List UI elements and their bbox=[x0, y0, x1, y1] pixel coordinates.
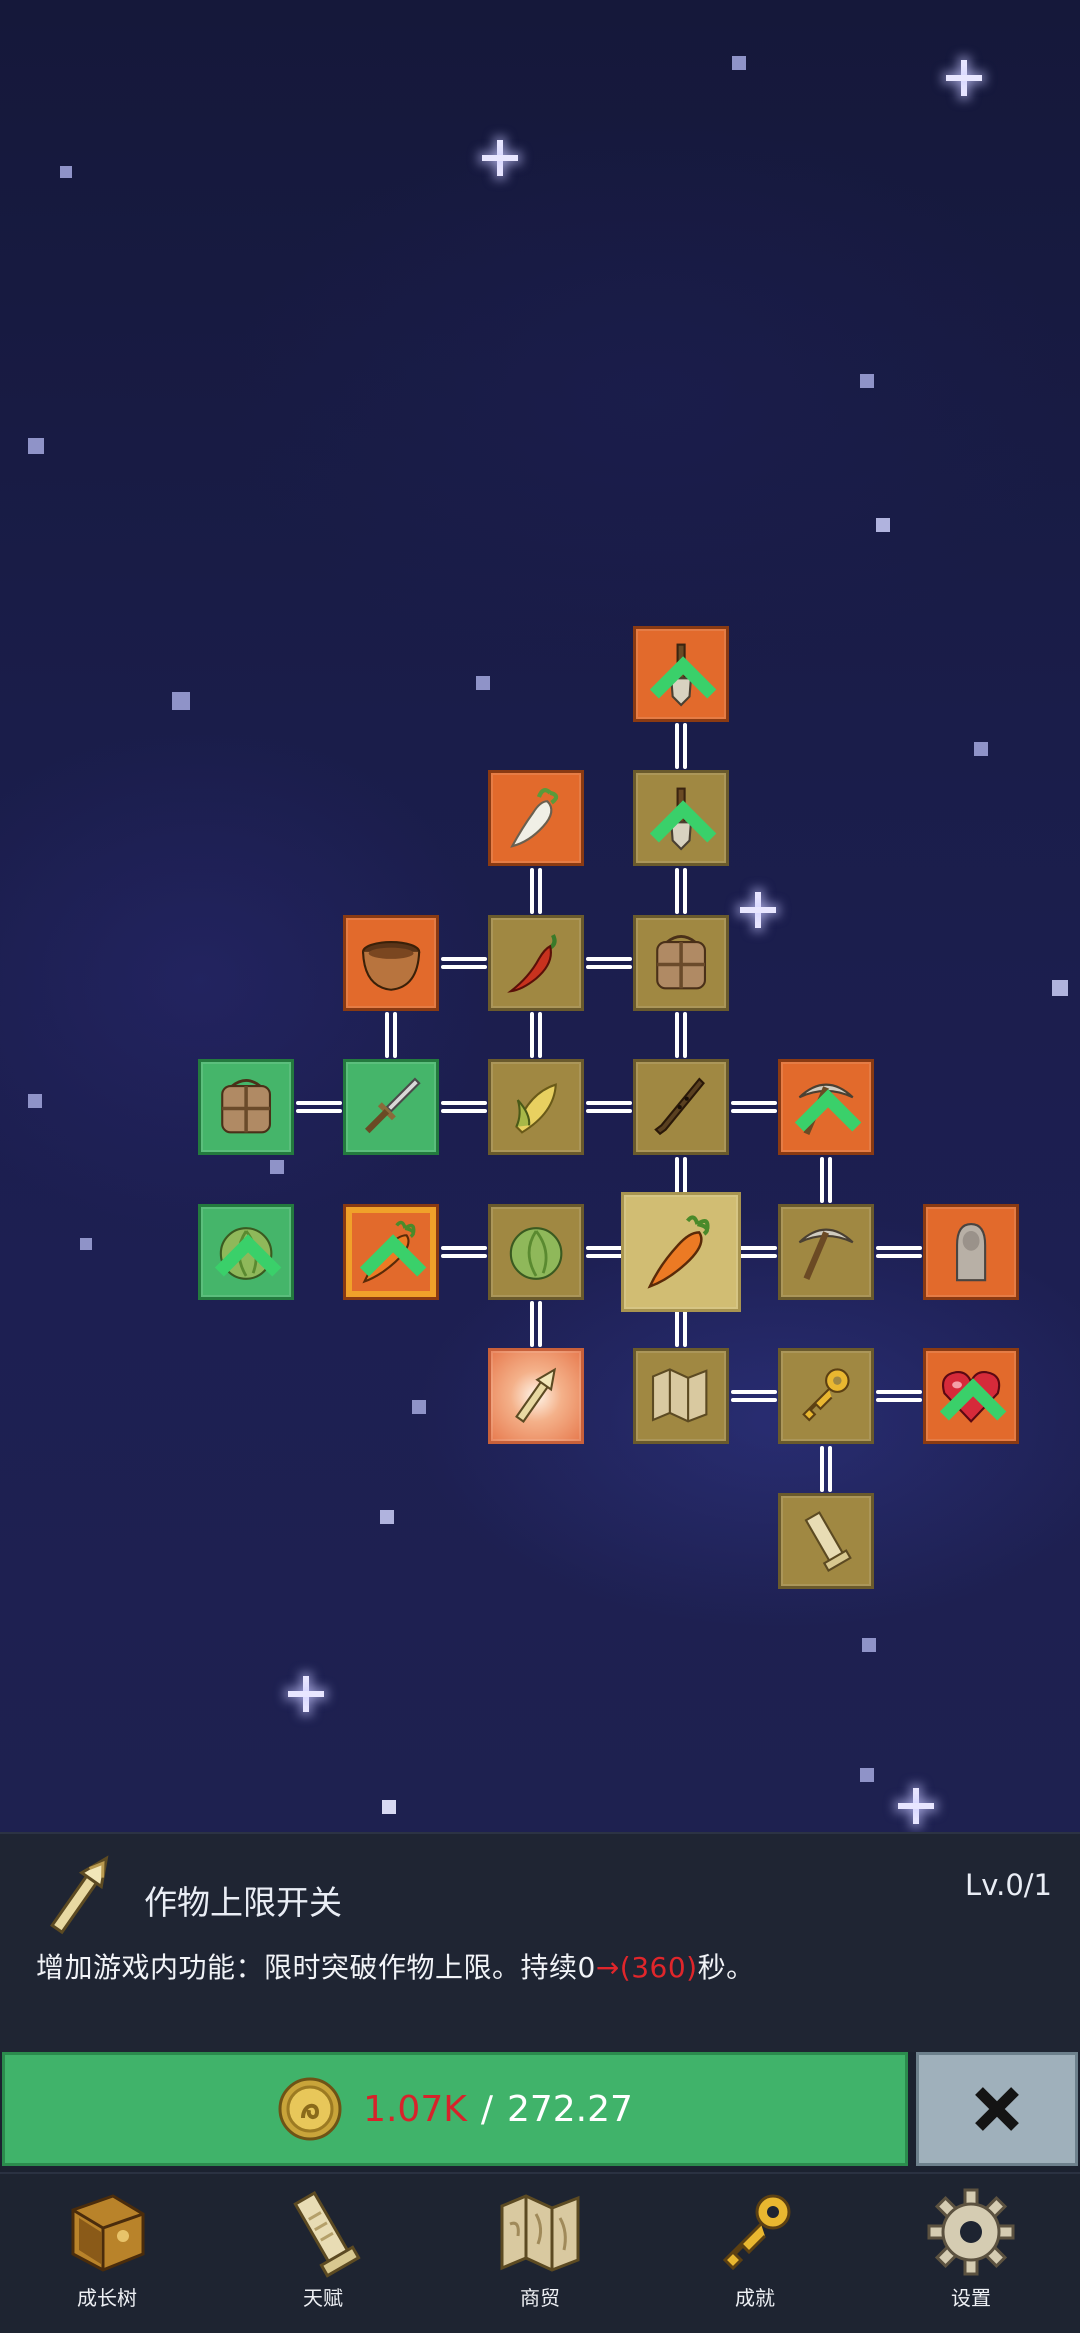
coins-owned: 1.07K bbox=[363, 2088, 467, 2130]
skill-tree bbox=[0, 0, 1080, 1832]
tree-connector bbox=[530, 1301, 542, 1347]
torch-icon bbox=[514, 1367, 556, 1423]
skill-node-flute[interactable] bbox=[633, 1059, 729, 1155]
chili-pepper-icon bbox=[507, 933, 557, 993]
cabbage-icon bbox=[509, 1227, 563, 1280]
skill-node-heart[interactable] bbox=[923, 1348, 1019, 1444]
key-icon bbox=[722, 2194, 791, 2271]
tree-connector bbox=[440, 1246, 487, 1258]
bottom-navigation: 成长树 天赋 商贸 成就 设置 bbox=[0, 2172, 1080, 2333]
tree-connector bbox=[875, 1246, 922, 1258]
skill-node-shovel[interactable] bbox=[633, 770, 729, 866]
skill-node-pot[interactable] bbox=[343, 915, 439, 1011]
corn-icon bbox=[515, 1083, 557, 1134]
tree-connector bbox=[675, 723, 687, 769]
skill-node-pickaxe-orange[interactable] bbox=[778, 1059, 874, 1155]
tree-connector bbox=[820, 1156, 832, 1203]
tree-connector bbox=[440, 957, 487, 969]
skill-node-pickaxe[interactable] bbox=[778, 1204, 874, 1300]
nav-settings[interactable]: 设置 bbox=[906, 2184, 1036, 2324]
scroll-icon bbox=[293, 2191, 361, 2278]
skill-node-corn[interactable] bbox=[488, 1059, 584, 1155]
desc-text: 增加游戏内功能：限时突破作物上限。持续0 bbox=[36, 1951, 596, 1984]
nav-label: 成就 bbox=[735, 2286, 775, 2310]
skill-node-torch[interactable] bbox=[488, 1348, 584, 1444]
radish-icon bbox=[510, 787, 559, 848]
tree-connector bbox=[730, 1390, 777, 1402]
nav-trade[interactable]: 商贸 bbox=[475, 2184, 605, 2324]
clay-pot-icon bbox=[361, 940, 421, 991]
tree-connector bbox=[530, 1012, 542, 1058]
skill-detail: 作物上限开关 Lv.0/1 增加游戏内功能：限时突破作物上限。持续0→(360)… bbox=[0, 1832, 1080, 2052]
tree-connector bbox=[530, 867, 542, 914]
skill-node-carrot-framed[interactable] bbox=[343, 1204, 439, 1300]
skill-node-key[interactable] bbox=[778, 1348, 874, 1444]
close-icon bbox=[975, 2087, 1019, 2131]
tree-connector bbox=[440, 1101, 487, 1113]
nav-label: 商贸 bbox=[520, 2286, 560, 2310]
nav-achievement[interactable]: 成就 bbox=[690, 2184, 820, 2324]
book-icon bbox=[71, 2194, 145, 2272]
tree-connector bbox=[385, 1012, 397, 1058]
coin-icon bbox=[278, 2077, 342, 2141]
carrot-icon bbox=[647, 1215, 710, 1289]
skill-info-panel: 作物上限开关 Lv.0/1 增加游戏内功能：限时突破作物上限。持续0→(360)… bbox=[0, 1832, 1080, 2333]
tree-connector bbox=[295, 1101, 342, 1113]
tree-connector bbox=[820, 1445, 832, 1492]
skill-node-shovel-top[interactable] bbox=[633, 626, 729, 722]
backpack-icon bbox=[221, 1078, 271, 1134]
pickaxe-icon bbox=[798, 1228, 854, 1280]
sword-icon bbox=[364, 1077, 421, 1134]
map-icon bbox=[651, 1368, 708, 1423]
upgrade-cost: 272.27 bbox=[506, 2088, 633, 2130]
cost-separator: / bbox=[480, 2088, 493, 2130]
skill-node-chili[interactable] bbox=[488, 915, 584, 1011]
upgrade-arrow-icon bbox=[649, 656, 717, 699]
tree-connector bbox=[875, 1390, 922, 1402]
skill-node-backpack-green[interactable] bbox=[198, 1059, 294, 1155]
skill-node-carrot-center[interactable] bbox=[621, 1192, 741, 1312]
desc-value: (360) bbox=[619, 1951, 698, 1984]
upgrade-button[interactable]: 1.07K / 272.27 bbox=[2, 2052, 908, 2166]
nav-label: 成长树 bbox=[77, 2286, 137, 2310]
upgrade-arrow-icon bbox=[794, 1089, 862, 1132]
gear-icon bbox=[927, 2188, 1015, 2276]
desc-arrow: → bbox=[595, 1951, 620, 1984]
backpack-icon bbox=[656, 934, 706, 990]
skill-node-cabbage[interactable] bbox=[488, 1204, 584, 1300]
nav-label: 天赋 bbox=[303, 2286, 343, 2310]
nav-talent[interactable]: 天赋 bbox=[258, 2184, 388, 2324]
tree-connector bbox=[675, 867, 687, 914]
tree-connector bbox=[675, 1012, 687, 1058]
skill-name: 作物上限开关 bbox=[144, 1883, 342, 1922]
tree-connector bbox=[585, 957, 632, 969]
flute-icon bbox=[654, 1077, 705, 1136]
upgrade-arrow-icon bbox=[649, 800, 717, 843]
skill-level: Lv.0/1 bbox=[965, 1868, 1052, 1902]
nav-growth-tree[interactable]: 成长树 bbox=[42, 2184, 172, 2324]
skill-node-backpack[interactable] bbox=[633, 915, 729, 1011]
desc-suffix: 秒。 bbox=[697, 1951, 755, 1984]
key-icon bbox=[802, 1368, 850, 1422]
map-icon bbox=[500, 2194, 580, 2272]
skill-node-map[interactable] bbox=[633, 1348, 729, 1444]
tree-connector bbox=[585, 1101, 632, 1113]
skill-node-radish[interactable] bbox=[488, 770, 584, 866]
nav-label: 设置 bbox=[951, 2286, 991, 2310]
skill-description: 增加游戏内功能：限时突破作物上限。持续0→(360)秒。 bbox=[36, 1946, 755, 1986]
statue-icon bbox=[955, 1222, 987, 1282]
skill-node-sword[interactable] bbox=[343, 1059, 439, 1155]
upgrade-arrow-icon bbox=[214, 1234, 282, 1277]
tree-connector bbox=[730, 1101, 777, 1113]
skill-node-cabbage-green[interactable] bbox=[198, 1204, 294, 1300]
torch-icon bbox=[50, 1855, 109, 1935]
close-button[interactable] bbox=[916, 2052, 1078, 2166]
skill-node-statue[interactable] bbox=[923, 1204, 1019, 1300]
upgrade-arrow-icon bbox=[939, 1378, 1007, 1421]
scroll-icon bbox=[804, 1511, 852, 1572]
skill-node-scroll[interactable] bbox=[778, 1493, 874, 1589]
upgrade-arrow-icon bbox=[359, 1234, 427, 1277]
